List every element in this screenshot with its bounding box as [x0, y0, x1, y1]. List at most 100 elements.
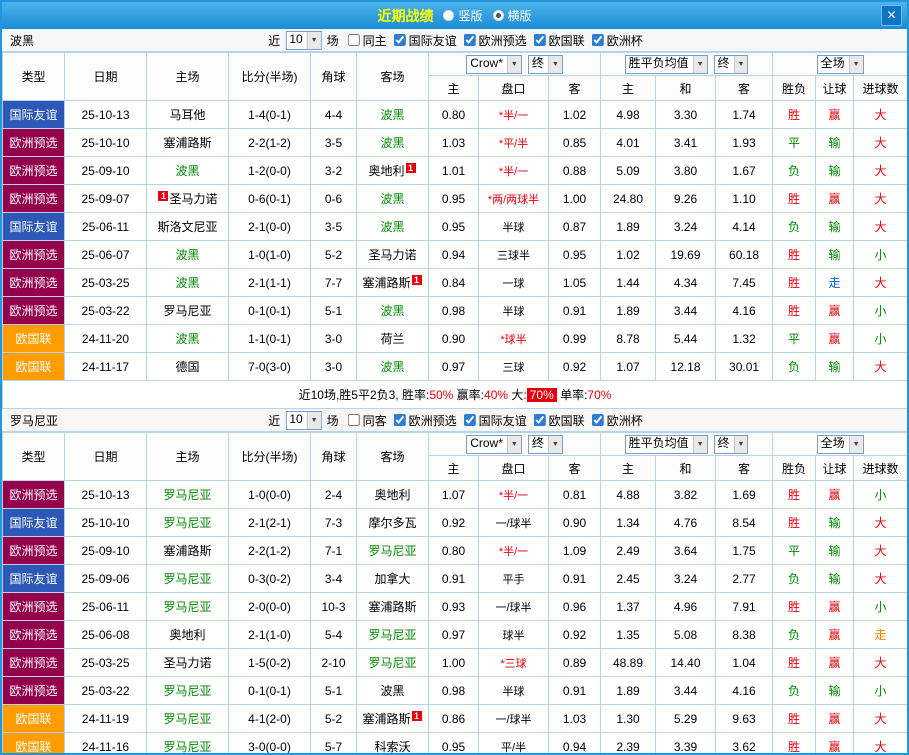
- avg-home: 8.78: [601, 325, 656, 353]
- result-wdl: 胜: [773, 101, 816, 129]
- filter-option[interactable]: 国际友谊: [464, 412, 527, 429]
- home-odds: 0.95: [429, 733, 479, 755]
- match-row: 欧洲预选25-03-25波黑2-1(1-1)7-7塞浦路斯10.84一球1.05…: [3, 269, 908, 297]
- filter-option[interactable]: 欧洲预选: [464, 32, 527, 49]
- scope-select[interactable]: 全场▼: [817, 55, 864, 74]
- filter-checkbox[interactable]: [534, 34, 546, 46]
- avg-final-select[interactable]: 终▼: [714, 55, 749, 74]
- chevron-down-icon: ▼: [307, 412, 321, 429]
- filter-checkbox[interactable]: [534, 414, 546, 426]
- filter-option[interactable]: 国际友谊: [394, 32, 457, 49]
- avg-draw: 19.69: [656, 241, 716, 269]
- filter-option[interactable]: 欧国联: [534, 412, 585, 429]
- match-count-select[interactable]: 10▼: [285, 411, 321, 430]
- match-score: 3-0(0-0): [229, 733, 311, 755]
- filter-checkbox[interactable]: [464, 414, 476, 426]
- home-odds: 0.86: [429, 705, 479, 733]
- close-button[interactable]: ✕: [881, 5, 902, 26]
- avg-away: 7.91: [716, 593, 773, 621]
- avg-away: 4.16: [716, 677, 773, 705]
- match-row: 欧国联24-11-19罗马尼亚4-1(2-0)5-2塞浦路斯10.86一/球半1…: [3, 705, 908, 733]
- filter-option[interactable]: 同客: [348, 412, 387, 429]
- odds-final-select[interactable]: 终▼: [528, 55, 563, 74]
- handicap: *三球: [479, 649, 549, 677]
- away-odds: 1.00: [549, 185, 601, 213]
- avg-away: 7.45: [716, 269, 773, 297]
- scope-select[interactable]: 全场▼: [817, 435, 864, 454]
- filter-option[interactable]: 欧洲预选: [394, 412, 457, 429]
- result-wdl: 胜: [773, 241, 816, 269]
- avg-home: 4.98: [601, 101, 656, 129]
- column-header: 盘口: [479, 456, 549, 481]
- filter-option[interactable]: 同主: [348, 32, 387, 49]
- avg-final-select[interactable]: 终▼: [714, 435, 749, 454]
- match-score: 4-1(2-0): [229, 705, 311, 733]
- match-score: 0-1(0-1): [229, 677, 311, 705]
- avg-away: 8.38: [716, 621, 773, 649]
- column-header: 客: [549, 456, 601, 481]
- filter-option[interactable]: 欧洲杯: [592, 412, 643, 429]
- result-handicap: 赢: [816, 481, 854, 509]
- corner-count: 5-7: [311, 733, 357, 755]
- competition-badge: 欧国联: [3, 353, 64, 380]
- away-team: 罗马尼亚: [357, 621, 429, 649]
- away-team: 波黑: [357, 129, 429, 157]
- result-handicap: 输: [816, 509, 854, 537]
- result-wdl: 胜: [773, 649, 816, 677]
- handicap: *半/一: [479, 157, 549, 185]
- result-goals: 小: [854, 677, 908, 705]
- radio-vertical-label: 竖版: [458, 7, 482, 24]
- result-wdl: 负: [773, 677, 816, 705]
- filter-checkbox[interactable]: [592, 34, 604, 46]
- match-score: 2-2(1-2): [229, 129, 311, 157]
- match-score: 2-0(0-0): [229, 593, 311, 621]
- home-team: 塞浦路斯: [147, 537, 229, 565]
- radio-horizontal-layout[interactable]: 横版: [493, 7, 532, 24]
- column-header: 角球: [311, 53, 357, 101]
- competition-badge: 欧洲预选: [3, 677, 64, 704]
- filter-option[interactable]: 欧国联: [534, 32, 585, 49]
- match-score: 1-4(0-1): [229, 101, 311, 129]
- filter-checkbox[interactable]: [394, 414, 406, 426]
- sections-container: 波黑近10▼场同主国际友谊欧洲预选欧国联欧洲杯类型日期主场比分(半场)角球客场C…: [2, 29, 907, 755]
- radio-vertical-layout[interactable]: 竖版: [443, 7, 482, 24]
- result-handicap: 赢: [816, 297, 854, 325]
- avg-type-select[interactable]: 胜平负均值▼: [625, 55, 708, 74]
- result-handicap: 输: [816, 565, 854, 593]
- match-score: 1-2(0-0): [229, 157, 311, 185]
- handicap: *半/一: [479, 101, 549, 129]
- filter-checkbox[interactable]: [394, 34, 406, 46]
- odds-source-select[interactable]: Crow*▼: [466, 55, 522, 74]
- odds-source-select[interactable]: Crow*▼: [466, 435, 522, 454]
- filter-label: 欧洲杯: [607, 32, 643, 49]
- match-row: 国际友谊25-09-06罗马尼亚0-3(0-2)3-4加拿大0.91平手0.91…: [3, 565, 908, 593]
- result-goals: 大: [854, 565, 908, 593]
- filter-option[interactable]: 欧洲杯: [592, 32, 643, 49]
- match-score: 2-1(1-0): [229, 621, 311, 649]
- result-wdl: 负: [773, 565, 816, 593]
- competition-badge: 欧洲预选: [3, 481, 64, 508]
- avg-home: 2.45: [601, 565, 656, 593]
- away-team: 波黑: [357, 101, 429, 129]
- match-date: 24-11-20: [65, 325, 147, 353]
- away-odds: 0.85: [549, 129, 601, 157]
- match-date: 25-09-10: [65, 537, 147, 565]
- avg-home: 1.30: [601, 705, 656, 733]
- odds-final-select[interactable]: 终▼: [528, 435, 563, 454]
- handicap: *半/一: [479, 481, 549, 509]
- match-row: 欧国联24-11-20波黑1-1(0-1)3-0荷兰0.90*球半0.998.7…: [3, 325, 908, 353]
- filter-checkbox[interactable]: [464, 34, 476, 46]
- away-odds: 0.95: [549, 241, 601, 269]
- chevron-down-icon: ▼: [849, 436, 863, 453]
- away-team: 波黑: [357, 185, 429, 213]
- filter-checkbox[interactable]: [348, 414, 360, 426]
- home-team: 波黑: [147, 325, 229, 353]
- filter-checkbox[interactable]: [348, 34, 360, 46]
- column-header: 客: [716, 76, 773, 101]
- match-row: 欧洲预选25-10-13罗马尼亚1-0(0-0)2-4奥地利1.07*半/一0.…: [3, 481, 908, 509]
- match-count-select[interactable]: 10▼: [285, 31, 321, 50]
- avg-type-select[interactable]: 胜平负均值▼: [625, 435, 708, 454]
- home-team: 罗马尼亚: [147, 297, 229, 325]
- result-goals: 小: [854, 325, 908, 353]
- filter-checkbox[interactable]: [592, 414, 604, 426]
